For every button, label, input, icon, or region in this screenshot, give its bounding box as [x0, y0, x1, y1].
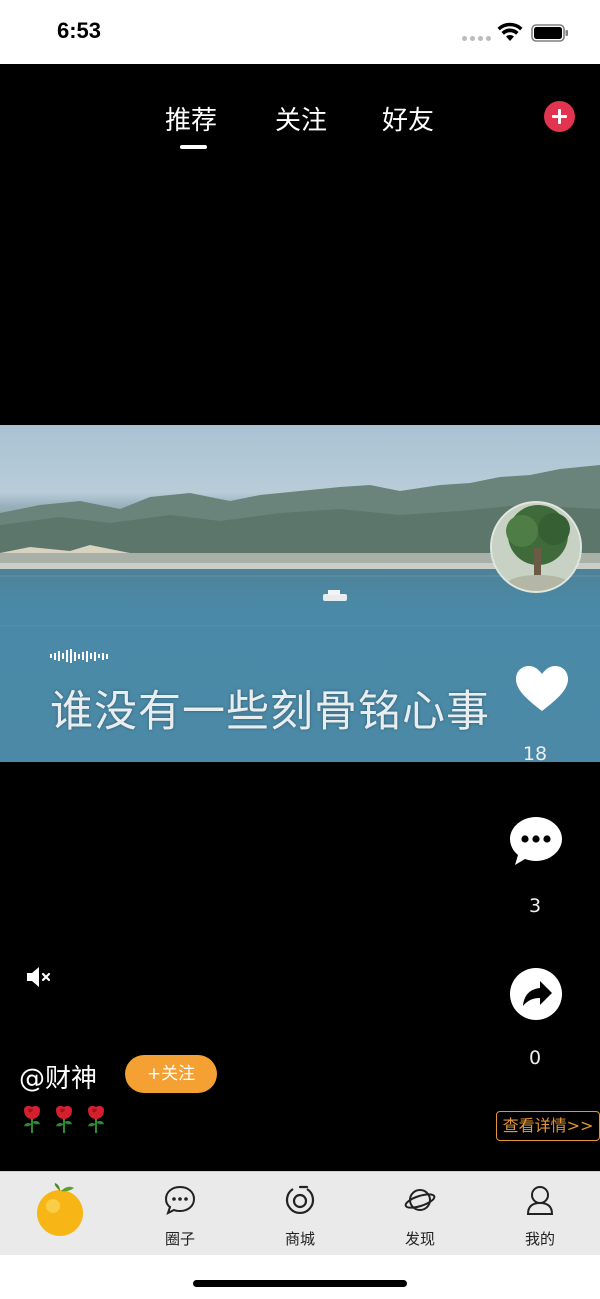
tab-store[interactable]: 商城	[240, 1172, 360, 1256]
home-indicator-area	[0, 1255, 600, 1299]
rose-icon	[88, 1106, 104, 1133]
tab-recommended[interactable]: 推荐	[165, 100, 217, 137]
tab-home[interactable]	[0, 1172, 120, 1256]
tab-label: 商城	[284, 1230, 315, 1248]
profile-icon	[526, 1186, 554, 1215]
bottom-tab-bar: 圈子 商城 发现 我的	[0, 1171, 600, 1255]
cellular-signal-icon	[462, 36, 491, 41]
avatar-image	[492, 503, 580, 591]
author-avatar[interactable]	[490, 501, 582, 593]
audio-waveform-icon	[50, 649, 108, 663]
tab-following[interactable]: 关注	[275, 100, 327, 137]
feed-tabs: 推荐 关注 好友	[0, 64, 600, 154]
mute-speaker-icon[interactable]	[25, 965, 53, 989]
rose-icon	[56, 1106, 72, 1133]
like-heart-icon[interactable]	[515, 665, 569, 713]
active-tab-indicator	[180, 145, 207, 149]
chat-bubble-icon	[164, 1185, 196, 1215]
share-count: 0	[528, 1047, 542, 1069]
orange-icon	[37, 1183, 83, 1236]
home-indicator[interactable]	[193, 1280, 407, 1287]
rose-icon	[24, 1106, 40, 1133]
rose-gifts	[20, 1104, 108, 1134]
view-details-button[interactable]: 查看详情>>	[496, 1111, 600, 1141]
tab-mine[interactable]: 我的	[480, 1172, 600, 1256]
author-username[interactable]: @财神	[19, 1058, 97, 1095]
battery-icon	[531, 24, 568, 42]
tab-label: 发现	[404, 1230, 435, 1248]
add-post-button[interactable]	[544, 101, 575, 132]
planet-icon	[404, 1189, 436, 1211]
tab-friends[interactable]: 好友	[382, 100, 434, 137]
comment-count: 3	[528, 895, 542, 917]
video-player[interactable]: 谁没有一些刻骨铭心事	[0, 425, 600, 762]
status-time: 6:53	[57, 18, 102, 43]
wifi-icon	[497, 22, 523, 41]
like-count: 18	[522, 743, 548, 765]
store-icon	[285, 1185, 315, 1214]
tab-discover[interactable]: 发现	[360, 1172, 480, 1256]
tab-circle[interactable]: 圈子	[120, 1172, 240, 1256]
tab-label: 我的	[524, 1230, 555, 1248]
tab-label: 圈子	[164, 1230, 195, 1248]
follow-button[interactable]: +关注	[125, 1055, 217, 1093]
share-arrow-icon[interactable]	[509, 967, 563, 1021]
comment-bubble-icon[interactable]	[509, 815, 563, 867]
status-bar: 6:53	[0, 0, 600, 64]
video-subtitle: 谁没有一些刻骨铭心事	[50, 687, 490, 737]
